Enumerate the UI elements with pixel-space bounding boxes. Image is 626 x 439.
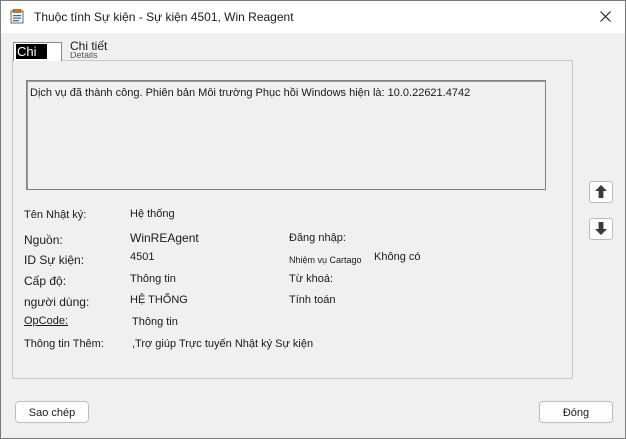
event-message-text: Dịch vụ đã thành công. Phiên bản Môi trư…	[30, 87, 471, 99]
previous-event-button[interactable]	[589, 181, 613, 203]
level-value: Thông tin	[130, 273, 176, 285]
event-message-box[interactable]: Dịch vụ đã thành công. Phiên bản Môi trư…	[26, 80, 546, 190]
title-bar[interactable]: Thuộc tính Sự kiện - Sự kiện 4501, Win R…	[1, 1, 625, 33]
opcode-label: OpCode:	[24, 315, 69, 327]
keywords-label: Từ khoá:	[289, 273, 334, 285]
task-category-label: Nhiệm vụ Cartago	[289, 255, 362, 265]
event-log-online-help-link[interactable]: ,Trợ giúp Trực tuyến Nhật ký Sự kiện	[132, 338, 313, 350]
user-label: người dùng:	[24, 295, 90, 309]
computer-label: Tính toán	[289, 294, 336, 306]
copy-button[interactable]: Sao chép	[15, 401, 89, 423]
more-info-label: Thông tin Thêm:	[24, 338, 104, 350]
close-window-button[interactable]	[593, 4, 619, 30]
tab-details-label: Chi tiết	[70, 39, 108, 53]
window-title: Thuộc tính Sự kiện - Sự kiện 4501, Win R…	[34, 10, 294, 24]
task-category-value: Không có	[374, 251, 421, 263]
event-id-label: ID Sự kiện:	[24, 253, 85, 267]
close-icon	[600, 11, 611, 22]
general-panel: Dịch vụ đã thành công. Phiên bản Môi trư…	[12, 60, 573, 379]
tab-general-label: Chi	[16, 44, 47, 59]
logged-label: Đăng nhập:	[289, 232, 346, 244]
arrow-up-icon	[595, 185, 607, 198]
event-id-value: 4501	[130, 251, 155, 263]
level-label: Cấp độ:	[24, 274, 67, 288]
next-event-button[interactable]	[589, 218, 613, 240]
opcode-value: Thông tin	[132, 316, 178, 328]
log-name-label: Tên Nhật ký:	[24, 209, 87, 221]
event-properties-window: Thuộc tính Sự kiện - Sự kiện 4501, Win R…	[0, 0, 626, 439]
arrow-down-icon	[595, 222, 607, 235]
log-name-value: Hệ thống	[130, 208, 175, 220]
tab-general[interactable]: Chi	[13, 42, 62, 61]
event-viewer-icon	[10, 9, 24, 24]
source-value: WinREAgent	[130, 231, 199, 245]
source-label: Nguồn:	[24, 233, 63, 247]
user-value: HỆ THỐNG	[130, 294, 188, 306]
close-button[interactable]: Đóng	[539, 401, 613, 423]
tab-details[interactable]: Chi tiết Details	[70, 40, 107, 58]
